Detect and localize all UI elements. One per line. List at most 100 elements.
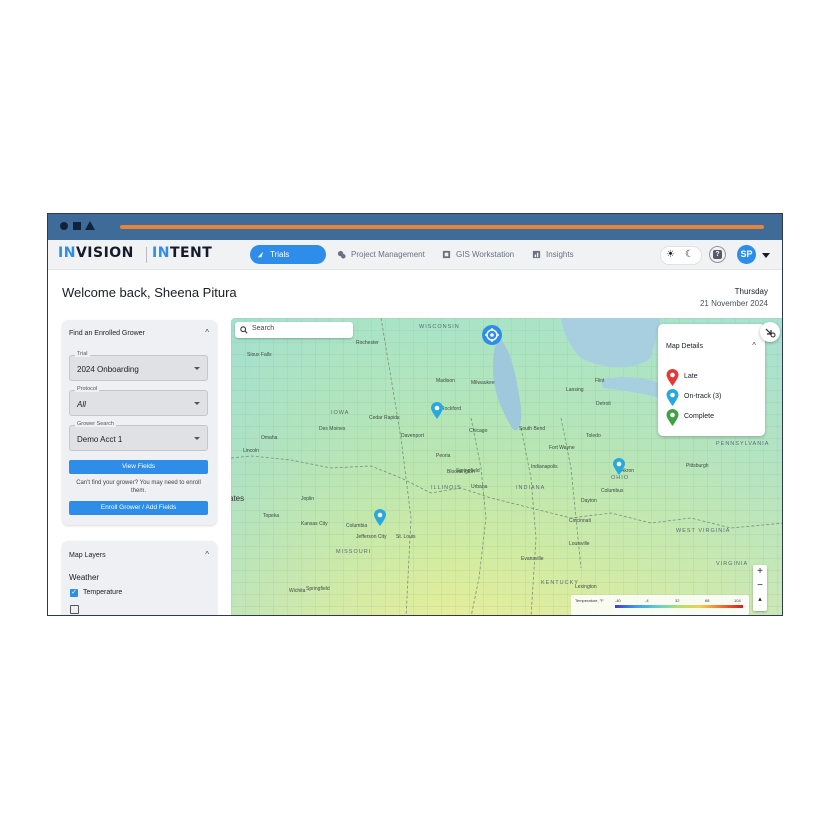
enroll-hint: Can't find your grower? You may need to … (76, 480, 201, 494)
square-icon (73, 222, 81, 230)
map-place-label: INDIANA (516, 485, 546, 491)
map-place-label: St. Louis (396, 534, 416, 540)
trial-icon (257, 251, 264, 258)
map-place-label: KENTUCKY (541, 580, 579, 586)
tab-project-management[interactable]: Project Management (331, 245, 437, 264)
enroll-grower-button[interactable]: Enroll Grower / Add Fields (69, 501, 208, 515)
project-icon (337, 250, 346, 259)
pin-icon (666, 389, 679, 406)
map-place-label: WEST VIRGINIA (676, 528, 731, 534)
map-place-label: VIRGINIA (716, 561, 749, 567)
map-place-label: Urbana (471, 484, 488, 490)
sun-icon[interactable]: ☀ (666, 249, 675, 260)
scale-tick: 32 (675, 598, 680, 603)
map-place-label: Louisville (569, 541, 590, 547)
map-place-label: Madison (436, 378, 455, 384)
day-label: Thursday (734, 287, 768, 296)
map-search-input[interactable]: Search (235, 322, 353, 338)
avatar[interactable]: SP (737, 245, 756, 264)
map-place-label: Peoria (436, 453, 451, 459)
map-place-label: Sioux Falls (247, 352, 272, 358)
app-window: INVISION INTENT Trials Overview Project … (47, 213, 783, 616)
map-place-label: Rochester (356, 340, 379, 346)
map-place-label: Cincinnati (569, 518, 591, 524)
chevron-up-icon[interactable]: ^ (205, 550, 209, 559)
map-place-label: MISSOURI (336, 549, 372, 555)
map-place-label: Lansing (566, 387, 584, 393)
map-details-title: Map Details (666, 343, 703, 350)
map-place-label: Joplin (301, 496, 315, 502)
date-label: 21 November 2024 (699, 299, 768, 308)
map-place-label: Pittsburgh (686, 463, 709, 469)
trial-pin-on-track[interactable] (374, 509, 386, 526)
map-place-label: Topeka (263, 513, 280, 519)
map-layers-panel: Map Layers ^ Weather ✓ Temperature (62, 541, 217, 615)
pin-icon (666, 369, 679, 386)
zoom-in-button[interactable]: + (753, 565, 767, 579)
map-details-panel: Map Details ^ Late On-track (3) Complete (658, 324, 765, 436)
dropdown-arrow-icon (194, 402, 200, 405)
address-bar[interactable] (120, 225, 764, 229)
locate-button[interactable] (482, 325, 502, 345)
map-place-label: Flint (595, 378, 605, 384)
zoom-out-button[interactable]: − (753, 579, 767, 593)
map-place-label: Bloomington (447, 469, 475, 475)
zoom-controls: + − ▴ (753, 565, 767, 611)
help-icon: ? (713, 250, 722, 259)
theme-toggle[interactable]: ☀ ☾ (660, 246, 702, 265)
scale-tick: 68 (705, 598, 710, 603)
map-place-label: Rockford (441, 406, 462, 412)
map-place-label: Milwaukee (471, 380, 495, 386)
search-placeholder: Search (252, 325, 275, 332)
map-view[interactable]: WISCONSIN Rochester Sioux Falls Madison Milw… (231, 318, 782, 615)
map-place-label: OHIO (611, 475, 630, 481)
view-fields-button[interactable]: View Fields (69, 460, 208, 474)
map-place-label: Wichita (289, 588, 306, 594)
map-place-label: Columbia (346, 523, 368, 529)
weather-heading: Weather (69, 573, 100, 582)
map-place-label: PENNSYLVANIA (716, 441, 770, 447)
chevron-down-icon[interactable] (762, 253, 770, 258)
tab-trials-overview[interactable]: Trials Overview (250, 245, 326, 278)
map-place-label: Kansas City (301, 521, 328, 527)
intent-logo[interactable]: INTENT (152, 245, 212, 261)
moon-icon[interactable]: ☾ (685, 249, 694, 260)
map-place-label: IOWA (331, 410, 350, 416)
temperature-checkbox[interactable]: ✓ (70, 589, 78, 597)
compass-icon[interactable]: ▴ (753, 593, 767, 607)
trial-select[interactable]: Trial 2024 Onboarding (69, 351, 208, 381)
trial-pin-on-track[interactable] (613, 458, 625, 475)
chevron-up-icon[interactable]: ^ (205, 328, 209, 337)
search-icon (240, 326, 248, 334)
collapse-icon (765, 328, 776, 338)
help-button[interactable]: ? (709, 246, 726, 263)
chevron-up-icon[interactable]: ^ (752, 341, 756, 350)
map-place-label: Jefferson City (356, 534, 387, 540)
triangle-icon (85, 221, 95, 230)
tab-gis-workstation[interactable]: GIS Workstation (436, 245, 524, 264)
grower-search-select[interactable]: Grower Search Demo Acct 1 (69, 421, 208, 451)
map-place-label: Fort Wayne (549, 445, 575, 451)
map-place-label: Des Moines (319, 426, 346, 432)
invision-logo[interactable]: INVISION (58, 245, 134, 261)
temperature-label: Temperature (83, 589, 123, 596)
collapse-panel-button[interactable] (760, 322, 780, 342)
map-place-label: Omaha (261, 435, 278, 441)
protocol-select[interactable]: Protocol All (69, 386, 208, 416)
trial-pin-on-track[interactable] (431, 402, 443, 419)
scale-tick: 104 (734, 598, 741, 603)
map-place-label: South Bend (519, 426, 546, 432)
layer-checkbox[interactable] (70, 605, 79, 614)
logo-divider (146, 247, 147, 263)
map-place-label: Davenport (401, 433, 425, 439)
page-title: Welcome back, Sheena Pitura (62, 285, 237, 300)
temperature-scale: Temperature, °F -40 -4 32 68 104 (571, 595, 749, 615)
insights-icon (532, 250, 541, 259)
scale-gradient (615, 605, 743, 608)
map-layers-title: Map Layers (69, 552, 106, 559)
tab-insights[interactable]: Insights (526, 245, 586, 264)
scale-tick: -40 (615, 598, 621, 603)
window-chrome (48, 214, 782, 240)
map-place-label: Dayton (581, 498, 597, 504)
gis-icon (442, 250, 451, 259)
